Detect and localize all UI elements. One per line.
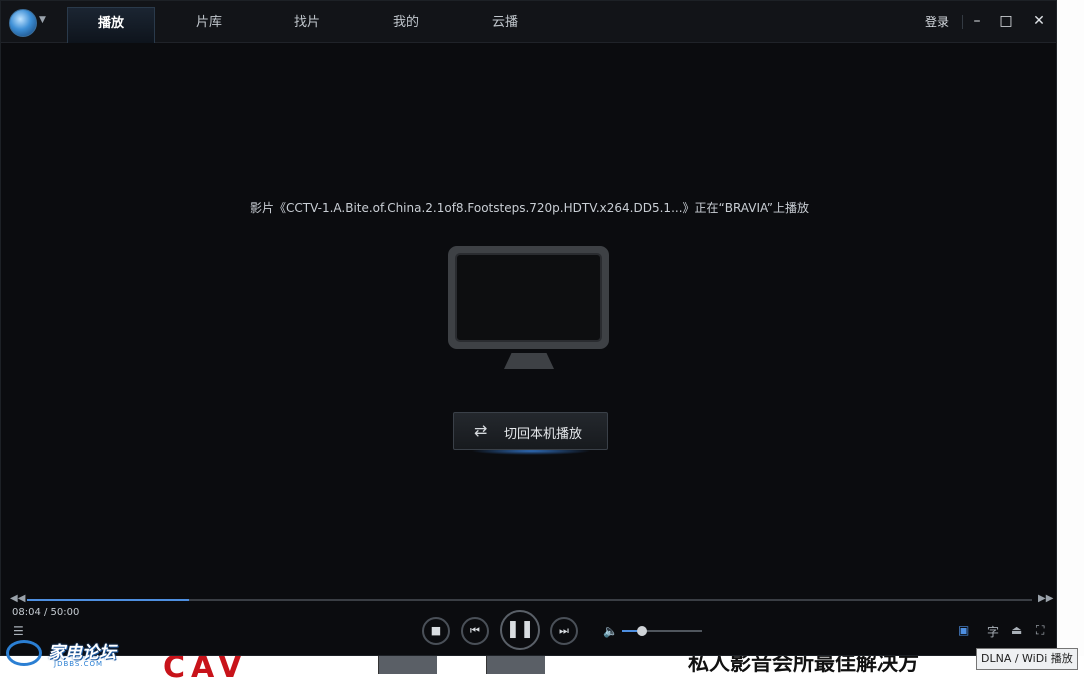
volume-icon[interactable]: 🔈 <box>603 624 618 638</box>
pause-icon: ❚❚ <box>505 619 535 639</box>
switch-button-label: 切回本机播放 <box>504 427 583 442</box>
tv-icon <box>448 246 609 349</box>
volume-slider[interactable] <box>622 626 702 636</box>
tab-cloud[interactable]: 云播 <box>463 7 547 42</box>
background-page-right <box>1057 0 1084 674</box>
previous-icon: ⏮ <box>470 624 480 637</box>
tab-find[interactable]: 找片 <box>265 7 349 42</box>
switch-back-to-local-button[interactable]: ⇄ 切回本机播放 <box>453 412 608 450</box>
forum-url: JDBBS.COM <box>54 660 104 668</box>
dlna-tooltip: DLNA / WiDi 播放 <box>976 648 1078 670</box>
close-button[interactable]: ✕ <box>1030 11 1048 31</box>
playlist-icon[interactable]: ☰ <box>13 624 24 638</box>
previous-button[interactable]: ⏮ <box>461 617 489 645</box>
forum-logo-icon <box>6 640 42 666</box>
menu-caret-icon[interactable]: ▼ <box>39 15 46 25</box>
seek-forward-icon[interactable]: ▶▶ <box>1038 593 1053 604</box>
stop-button[interactable]: ■ <box>422 617 450 645</box>
next-icon: ⏭ <box>559 624 569 637</box>
title-bar: ▼ 播放 片库 找片 我的 云播 登录 – □ ✕ <box>1 1 1056 43</box>
app-logo-icon[interactable] <box>9 9 37 37</box>
eject-icon[interactable]: ⏏ <box>1011 623 1022 637</box>
pause-button[interactable]: ❚❚ <box>500 610 540 650</box>
tab-library[interactable]: 片库 <box>167 7 251 42</box>
seek-bar[interactable] <box>27 599 1032 601</box>
fullscreen-icon[interactable]: ⛶ <box>1036 623 1044 638</box>
maximize-button[interactable]: □ <box>997 11 1015 31</box>
title-separator <box>962 15 963 29</box>
stop-icon: ■ <box>430 624 442 637</box>
switch-arrows-icon: ⇄ <box>474 421 488 440</box>
subtitle-icon[interactable]: 字 <box>987 623 999 640</box>
time-display: 08:04 / 50:00 <box>12 607 80 618</box>
next-button[interactable]: ⏭ <box>550 617 578 645</box>
seek-back-icon[interactable]: ◀◀ <box>10 593 25 604</box>
tab-mine[interactable]: 我的 <box>364 7 448 42</box>
tab-play[interactable]: 播放 <box>67 7 155 43</box>
volume-knob[interactable] <box>637 626 647 636</box>
background-photo <box>378 656 437 674</box>
tv-stand <box>504 353 554 369</box>
dlna-cast-icon[interactable]: ▣ <box>958 623 969 637</box>
player-window: ▼ 播放 片库 找片 我的 云播 登录 – □ ✕ 影片《CCTV-1.A.Bi… <box>0 0 1057 656</box>
seek-progress <box>27 599 189 601</box>
forum-watermark: 家电论坛 JDBBS.COM <box>6 638 134 670</box>
login-link[interactable]: 登录 <box>925 13 949 30</box>
background-photo <box>486 656 545 674</box>
minimize-button[interactable]: – <box>968 11 986 31</box>
now-playing-text: 影片《CCTV-1.A.Bite.of.China.2.1of8.Footste… <box>250 201 809 215</box>
